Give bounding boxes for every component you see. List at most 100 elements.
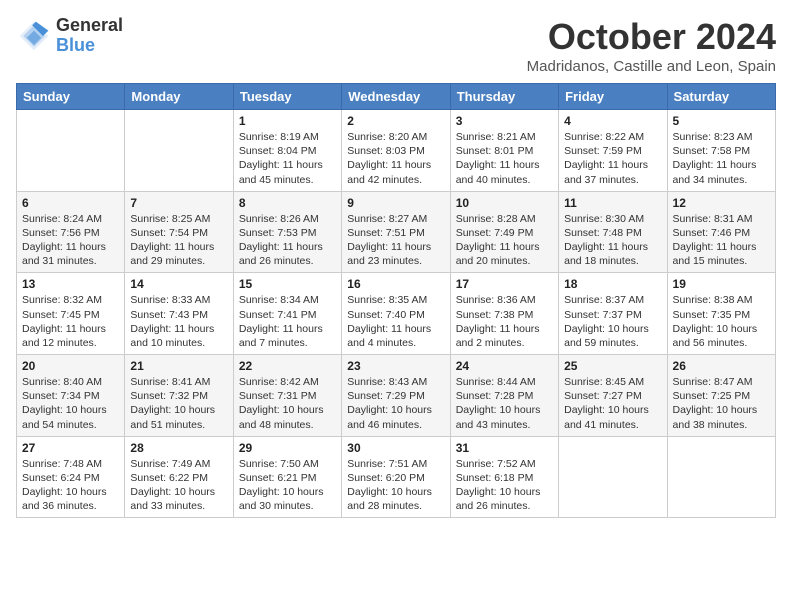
logo-general-text: General [56,16,123,36]
calendar-table: SundayMondayTuesdayWednesdayThursdayFrid… [16,83,776,518]
calendar-cell: 2Sunrise: 8:20 AMSunset: 8:03 PMDaylight… [342,110,450,192]
day-number: 16 [347,277,444,291]
calendar-cell: 6Sunrise: 8:24 AMSunset: 7:56 PMDaylight… [17,191,125,273]
day-number: 14 [130,277,227,291]
day-info: Sunrise: 8:45 AMSunset: 7:27 PMDaylight:… [564,375,661,432]
month-title: October 2024 [527,16,776,58]
day-info: Sunrise: 7:50 AMSunset: 6:21 PMDaylight:… [239,457,336,514]
day-info: Sunrise: 8:42 AMSunset: 7:31 PMDaylight:… [239,375,336,432]
calendar-cell: 16 Sunrise: 8:35 AMSunset: 7:40 PMDayligh… [342,273,450,355]
day-number: 24 [456,359,553,373]
calendar-header-row: SundayMondayTuesdayWednesdayThursdayFrid… [17,84,776,110]
logo-text: General Blue [56,16,123,56]
calendar-cell: 18Sunrise: 8:37 AMSunset: 7:37 PMDayligh… [559,273,667,355]
location-title: Madridanos, Castille and Leon, Spain [527,58,776,75]
day-info: Sunrise: 8:30 AMSunset: 7:48 PMDaylight:… [564,212,661,269]
day-number: 30 [347,441,444,455]
day-info: Sunrise: 8:26 AMSunset: 7:53 PMDaylight:… [239,212,336,269]
day-number: 27 [22,441,119,455]
calendar-cell [17,110,125,192]
day-info: Sunrise: 8:25 AMSunset: 7:54 PMDaylight:… [130,212,227,269]
calendar-header-monday: Monday [125,84,233,110]
calendar-cell [667,436,775,518]
calendar-week-row-2: 6Sunrise: 8:24 AMSunset: 7:56 PMDaylight… [17,191,776,273]
day-number: 3 [456,114,553,128]
header: General Blue October 2024 Madridanos, Ca… [16,16,776,75]
calendar-header-sunday: Sunday [17,84,125,110]
day-info: Sunrise: 8:22 AMSunset: 7:59 PMDaylight:… [564,130,661,187]
calendar-cell: 9 Sunrise: 8:27 AMSunset: 7:51 PMDaylight… [342,191,450,273]
day-number: 19 [673,277,770,291]
day-number: 7 [130,196,227,210]
day-number: 26 [673,359,770,373]
day-info: Sunrise: 8:47 AMSunset: 7:25 PMDaylight:… [673,375,770,432]
calendar-week-row-5: 27 Sunrise: 7:48 AMSunset: 6:24 PMDayligh… [17,436,776,518]
calendar-cell: 7 Sunrise: 8:25 AMSunset: 7:54 PMDaylight… [125,191,233,273]
calendar-cell: 11 Sunrise: 8:30 AMSunset: 7:48 PMDayligh… [559,191,667,273]
day-info: Sunrise: 8:27 AMSunset: 7:51 PMDaylight:… [347,212,444,269]
logo: General Blue [16,16,123,56]
day-info: Sunrise: 7:48 AMSunset: 6:24 PMDaylight:… [22,457,119,514]
day-number: 25 [564,359,661,373]
day-number: 1 [239,114,336,128]
day-info: Sunrise: 8:36 AMSunset: 7:38 PMDaylight:… [456,293,553,350]
title-area: October 2024 Madridanos, Castille and Le… [527,16,776,75]
calendar-cell: 23Sunrise: 8:43 AMSunset: 7:29 PMDayligh… [342,355,450,437]
day-info: Sunrise: 8:44 AMSunset: 7:28 PMDaylight:… [456,375,553,432]
day-number: 5 [673,114,770,128]
day-info: Sunrise: 7:49 AMSunset: 6:22 PMDaylight:… [130,457,227,514]
day-info: Sunrise: 8:38 AMSunset: 7:35 PMDaylight:… [673,293,770,350]
day-number: 31 [456,441,553,455]
calendar-header-thursday: Thursday [450,84,558,110]
calendar-header-tuesday: Tuesday [233,84,341,110]
calendar-cell: 24 Sunrise: 8:44 AMSunset: 7:28 PMDayligh… [450,355,558,437]
calendar-header-wednesday: Wednesday [342,84,450,110]
day-info: Sunrise: 8:31 AMSunset: 7:46 PMDaylight:… [673,212,770,269]
day-number: 28 [130,441,227,455]
day-number: 9 [347,196,444,210]
calendar-cell: 27 Sunrise: 7:48 AMSunset: 6:24 PMDayligh… [17,436,125,518]
calendar-cell [125,110,233,192]
day-number: 21 [130,359,227,373]
calendar-cell: 3Sunrise: 8:21 AMSunset: 8:01 PMDaylight… [450,110,558,192]
day-number: 17 [456,277,553,291]
day-info: Sunrise: 8:41 AMSunset: 7:32 PMDaylight:… [130,375,227,432]
day-info: Sunrise: 8:43 AMSunset: 7:29 PMDaylight:… [347,375,444,432]
day-info: Sunrise: 8:40 AMSunset: 7:34 PMDaylight:… [22,375,119,432]
calendar-week-row-1: 1Sunrise: 8:19 AMSunset: 8:04 PMDaylight… [17,110,776,192]
calendar-cell: 25 Sunrise: 8:45 AMSunset: 7:27 PMDayligh… [559,355,667,437]
calendar-week-row-4: 20 Sunrise: 8:40 AMSunset: 7:34 PMDayligh… [17,355,776,437]
day-number: 18 [564,277,661,291]
day-number: 22 [239,359,336,373]
calendar-cell: 21 Sunrise: 8:41 AMSunset: 7:32 PMDayligh… [125,355,233,437]
calendar-cell: 17 Sunrise: 8:36 AMSunset: 7:38 PMDayligh… [450,273,558,355]
day-number: 15 [239,277,336,291]
calendar-header-friday: Friday [559,84,667,110]
calendar-cell: 13 Sunrise: 8:32 AMSunset: 7:45 PMDayligh… [17,273,125,355]
calendar-cell: 4 Sunrise: 8:22 AMSunset: 7:59 PMDaylight… [559,110,667,192]
day-info: Sunrise: 7:52 AMSunset: 6:18 PMDaylight:… [456,457,553,514]
calendar-cell: 26 Sunrise: 8:47 AMSunset: 7:25 PMDayligh… [667,355,775,437]
calendar-week-row-3: 13 Sunrise: 8:32 AMSunset: 7:45 PMDayligh… [17,273,776,355]
logo-blue-text: Blue [56,36,123,56]
day-number: 6 [22,196,119,210]
calendar-cell: 19 Sunrise: 8:38 AMSunset: 7:35 PMDayligh… [667,273,775,355]
calendar-cell: 10Sunrise: 8:28 AMSunset: 7:49 PMDayligh… [450,191,558,273]
day-info: Sunrise: 8:23 AMSunset: 7:58 PMDaylight:… [673,130,770,187]
day-info: Sunrise: 8:35 AMSunset: 7:40 PMDaylight:… [347,293,444,350]
calendar-cell: 28 Sunrise: 7:49 AMSunset: 6:22 PMDayligh… [125,436,233,518]
calendar-cell: 31 Sunrise: 7:52 AMSunset: 6:18 PMDayligh… [450,436,558,518]
calendar-cell: 8 Sunrise: 8:26 AMSunset: 7:53 PMDaylight… [233,191,341,273]
day-number: 20 [22,359,119,373]
day-number: 4 [564,114,661,128]
day-number: 2 [347,114,444,128]
day-info: Sunrise: 8:34 AMSunset: 7:41 PMDaylight:… [239,293,336,350]
day-number: 8 [239,196,336,210]
calendar-cell: 14Sunrise: 8:33 AMSunset: 7:43 PMDayligh… [125,273,233,355]
day-number: 13 [22,277,119,291]
day-info: Sunrise: 8:32 AMSunset: 7:45 PMDaylight:… [22,293,119,350]
day-number: 29 [239,441,336,455]
calendar-cell: 15 Sunrise: 8:34 AMSunset: 7:41 PMDayligh… [233,273,341,355]
calendar-cell: 12Sunrise: 8:31 AMSunset: 7:46 PMDayligh… [667,191,775,273]
day-number: 11 [564,196,661,210]
